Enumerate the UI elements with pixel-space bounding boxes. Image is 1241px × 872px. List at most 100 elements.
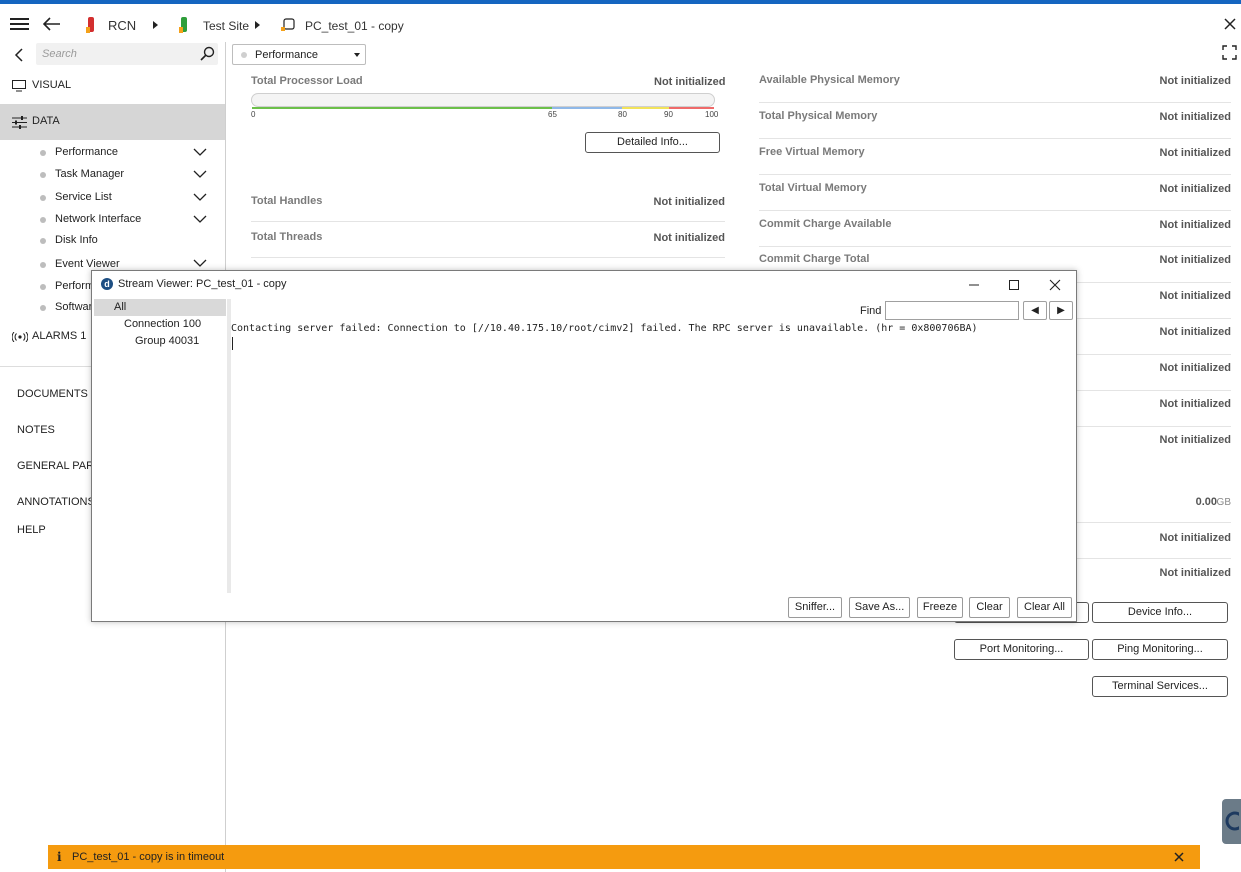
stat-row: Not initialized bbox=[1077, 391, 1231, 427]
alarm-broadcast-icon bbox=[12, 332, 28, 342]
back-arrow-icon[interactable] bbox=[43, 17, 61, 31]
stat-value: 0.00 bbox=[1195, 496, 1217, 508]
sidebar-item-label: Softwar bbox=[55, 301, 93, 313]
device-icon bbox=[281, 18, 295, 31]
breadcrumb-rcn[interactable]: RCN bbox=[108, 18, 136, 33]
chevron-down-icon[interactable] bbox=[193, 170, 207, 180]
stat-value: Not initialized bbox=[653, 196, 726, 208]
stat-label: Total Threads bbox=[251, 231, 323, 243]
stat-unit: GB bbox=[1216, 497, 1231, 508]
port-monitoring-button[interactable]: Port Monitoring... bbox=[954, 639, 1089, 660]
stat-label: Free Virtual Memory bbox=[759, 146, 865, 158]
stat-value: Not initialized bbox=[1159, 75, 1232, 87]
stat-value: Not initialized bbox=[1159, 254, 1232, 266]
app-icon: d bbox=[101, 278, 113, 290]
breadcrumb-test-site[interactable]: Test Site bbox=[203, 19, 249, 33]
stat-label: Total Virtual Memory bbox=[759, 182, 867, 194]
bullet-icon bbox=[40, 217, 46, 223]
scale-yellow-zone bbox=[622, 107, 669, 109]
sidebar-item-label: Disk Info bbox=[55, 234, 98, 246]
stat-row: Not initialized bbox=[1077, 427, 1232, 463]
fullscreen-icon[interactable] bbox=[1222, 45, 1237, 60]
stat-total-handles: Total Handles Not initialized bbox=[251, 186, 725, 222]
chevron-down-icon[interactable] bbox=[193, 259, 207, 269]
rcn-status-icon bbox=[86, 17, 94, 33]
nav-notes[interactable]: NOTES bbox=[17, 424, 55, 436]
stat-row: Not initialized bbox=[1077, 523, 1231, 559]
stat-total-threads: Total Threads Not initialized bbox=[251, 222, 725, 258]
search-icon[interactable] bbox=[200, 46, 215, 61]
search-input[interactable]: Search bbox=[36, 43, 218, 65]
site-status-icon bbox=[179, 17, 187, 33]
stat-value: Not initialized bbox=[1159, 398, 1232, 410]
sidebar-item-label: Network Interface bbox=[55, 213, 142, 225]
close-icon[interactable] bbox=[1224, 18, 1236, 30]
minimize-icon[interactable] bbox=[954, 273, 994, 297]
stat-label: Total Physical Memory bbox=[759, 110, 878, 122]
nav-data[interactable]: DATA bbox=[0, 104, 225, 140]
bullet-icon bbox=[40, 262, 46, 268]
nav-alarms[interactable]: ALARMS 1 bbox=[32, 330, 86, 342]
stat-value: Not initialized bbox=[1159, 290, 1232, 302]
stat-value: Not initialized bbox=[1159, 326, 1232, 338]
chevron-down-icon[interactable] bbox=[193, 193, 207, 203]
pane-splitter[interactable] bbox=[227, 299, 231, 593]
stat-available-physical-memory: Available Physical Memory Not initialized bbox=[759, 67, 1231, 103]
chevron-down-icon[interactable] bbox=[193, 148, 207, 158]
freeze-button[interactable]: Freeze bbox=[917, 597, 963, 618]
scale-red-zone bbox=[669, 107, 714, 109]
banner-message: PC_test_01 - copy is in timeout bbox=[72, 851, 225, 863]
scale-tick: 80 bbox=[618, 110, 627, 119]
processor-load-value: Not initialized bbox=[654, 76, 726, 88]
breadcrumb-separator-icon bbox=[153, 21, 158, 29]
breadcrumb-device[interactable]: PC_test_01 - copy bbox=[305, 19, 404, 33]
stat-value: Not initialized bbox=[1159, 219, 1232, 231]
device-info-button[interactable]: Device Info... bbox=[1092, 602, 1228, 623]
tree-node-group[interactable]: Group 40031 bbox=[135, 335, 199, 347]
scale-tick: 100 bbox=[705, 110, 719, 119]
stat-value: Not initialized bbox=[1159, 362, 1232, 374]
stat-row: Not initialized bbox=[1077, 355, 1231, 391]
page-selector-dropdown[interactable]: Performance bbox=[232, 44, 366, 65]
sidebar-item-label: Task Manager bbox=[55, 168, 125, 180]
nav-help[interactable]: HELP bbox=[17, 524, 46, 536]
nav-general-parameters[interactable]: GENERAL PARA bbox=[17, 460, 101, 472]
clear-all-button[interactable]: Clear All bbox=[1017, 597, 1072, 618]
banner-close-icon[interactable] bbox=[1174, 852, 1184, 862]
stat-value: Not initialized bbox=[1159, 183, 1232, 195]
stat-total-physical-memory: Total Physical Memory Not initialized bbox=[759, 103, 1231, 139]
connection-tree: All Connection 100 Group 40031 bbox=[94, 299, 226, 593]
collapse-chevron-left-icon[interactable] bbox=[14, 48, 24, 62]
nav-annotations[interactable]: ANNOTATIONS bbox=[17, 496, 95, 508]
tree-node-all[interactable]: All bbox=[114, 301, 126, 313]
stat-value: Not initialized bbox=[1159, 111, 1232, 123]
chevron-down-icon[interactable] bbox=[193, 215, 207, 225]
scale-tick: 0 bbox=[251, 110, 256, 119]
sidebar-item-label: Event Viewer bbox=[55, 258, 120, 270]
detailed-info-button[interactable]: Detailed Info... bbox=[585, 132, 720, 153]
stat-value: Not initialized bbox=[1159, 532, 1232, 544]
dropdown-selected-value: Performance bbox=[255, 49, 318, 61]
ping-monitoring-button[interactable]: Ping Monitoring... bbox=[1092, 639, 1228, 660]
maximize-icon[interactable] bbox=[994, 273, 1034, 297]
nav-documents[interactable]: DOCUMENTS bbox=[17, 388, 88, 400]
stat-free-virtual-memory: Free Virtual Memory Not initialized bbox=[759, 139, 1231, 175]
sidebar-item-label: Perform bbox=[55, 280, 95, 292]
find-previous-button[interactable]: ◀ bbox=[1023, 301, 1047, 320]
terminal-services-button[interactable]: Terminal Services... bbox=[1092, 676, 1228, 697]
find-next-button[interactable]: ▶ bbox=[1049, 301, 1073, 320]
hamburger-menu-icon[interactable] bbox=[10, 18, 30, 32]
close-icon[interactable] bbox=[1035, 273, 1075, 297]
find-input[interactable] bbox=[885, 301, 1019, 320]
stat-total-virtual-memory: Total Virtual Memory Not initialized bbox=[759, 175, 1231, 211]
nav-visual[interactable]: VISUAL bbox=[0, 68, 225, 104]
clear-button[interactable]: Clear bbox=[969, 597, 1010, 618]
save-as-button[interactable]: Save As... bbox=[849, 597, 910, 618]
monitor-icon bbox=[12, 80, 26, 92]
processor-load-bar bbox=[251, 93, 715, 107]
side-widget[interactable] bbox=[1222, 799, 1241, 844]
sniffer-button[interactable]: Sniffer... bbox=[788, 597, 842, 618]
stat-value: Not initialized bbox=[1159, 434, 1232, 446]
bullet-icon bbox=[40, 305, 46, 311]
tree-node-connection[interactable]: Connection 100 bbox=[124, 318, 201, 330]
